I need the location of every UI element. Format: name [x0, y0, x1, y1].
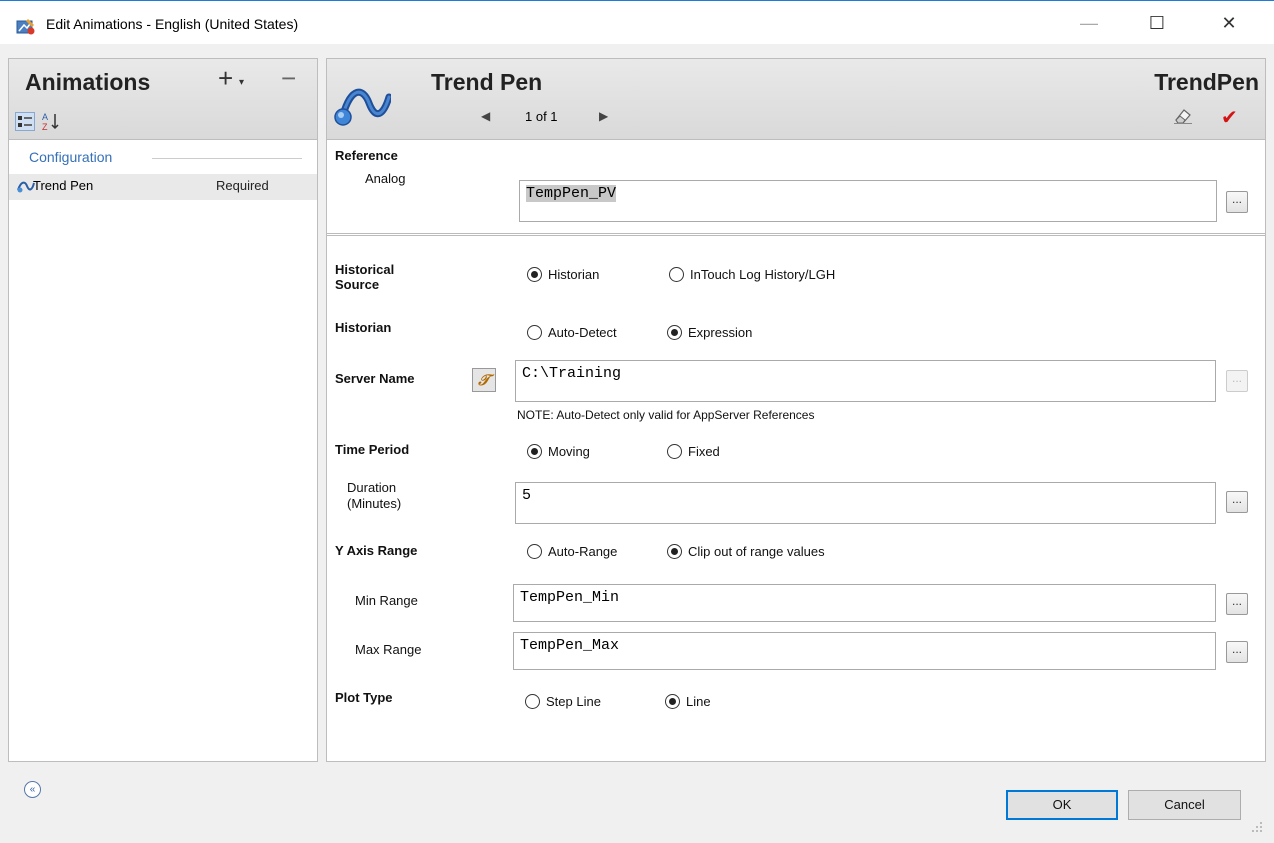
maximize-button[interactable]: ☐	[1134, 7, 1180, 39]
analog-value: TempPen_PV	[526, 185, 617, 202]
edit-animations-app-icon	[16, 19, 35, 35]
next-animation-button[interactable]: ▶	[599, 109, 608, 123]
radio-fixed[interactable]: Fixed	[667, 444, 720, 459]
min-range-input[interactable]: TempPen_Min	[513, 584, 1216, 622]
window-title: Edit Animations - English (United States…	[46, 16, 299, 32]
eraser-icon[interactable]	[1172, 107, 1194, 125]
sort-alpha-icon[interactable]: A Z	[41, 111, 61, 132]
animations-list: Configuration Trend Pen Required	[8, 140, 318, 762]
plot-type-label: Plot Type	[335, 690, 393, 705]
max-range-input[interactable]: TempPen_Max	[513, 632, 1216, 670]
group-divider	[152, 158, 302, 159]
ok-button[interactable]: OK	[1006, 790, 1118, 820]
minimize-button[interactable]: —	[1066, 7, 1112, 39]
section-divider	[327, 233, 1265, 236]
time-period-label: Time Period	[335, 442, 410, 457]
close-button[interactable]: ✕	[1206, 7, 1252, 39]
max-range-label: Max Range	[355, 642, 422, 657]
radio-label: Moving	[548, 444, 590, 459]
animations-list-header: Animations + ▾ − A Z	[8, 58, 318, 140]
historical-source-label: Historical Source	[335, 262, 394, 292]
svg-text:A: A	[42, 112, 48, 122]
list-item-label: Trend Pen	[33, 178, 94, 193]
duration-input[interactable]: 5	[515, 482, 1216, 524]
pane-splitter[interactable]	[318, 58, 326, 762]
previous-animation-button[interactable]: ◀	[481, 109, 490, 123]
radio-circle	[669, 267, 684, 282]
animation-type-name: TrendPen	[1154, 69, 1259, 95]
radio-circle	[667, 444, 682, 459]
radio-label: Auto-Range	[548, 544, 618, 559]
radio-line[interactable]: Line	[665, 694, 711, 709]
collapse-panel-icon[interactable]: «	[24, 781, 41, 798]
validate-check-icon[interactable]: ✔	[1221, 105, 1238, 130]
radio-moving[interactable]: Moving	[527, 444, 590, 459]
radio-auto-detect[interactable]: Auto-Detect	[527, 325, 617, 340]
radio-auto-range[interactable]: Auto-Range	[527, 544, 617, 559]
server-name-label: Server Name	[335, 371, 415, 386]
radio-label: Historian	[548, 267, 600, 282]
title-bar: Edit Animations - English (United States…	[0, 0, 1274, 44]
min-range-label: Min Range	[355, 593, 418, 608]
radio-expression[interactable]: Expression	[667, 325, 752, 340]
remove-animation-button[interactable]: −	[281, 63, 296, 94]
analog-browse-button[interactable]: ...	[1226, 191, 1248, 213]
radio-historian[interactable]: Historian	[527, 267, 599, 282]
radio-circle	[665, 694, 680, 709]
add-animation-button[interactable]: +	[218, 63, 233, 94]
radio-label: Clip out of range values	[688, 544, 825, 559]
historical-source-label-line2: Source	[335, 277, 380, 292]
radio-label: Expression	[688, 325, 753, 340]
analog-label: Analog	[365, 171, 406, 186]
max-range-browse-button[interactable]: ...	[1226, 641, 1248, 663]
group-label-configuration: Configuration	[29, 149, 113, 165]
radio-circle	[527, 444, 542, 459]
radio-circle	[527, 267, 542, 282]
add-animation-dropdown-icon[interactable]: ▾	[239, 77, 244, 88]
radio-clip-out-of-range[interactable]: Clip out of range values	[667, 544, 825, 559]
server-name-input[interactable]: C:\Training	[515, 360, 1216, 402]
trend-pen-large-icon	[334, 88, 391, 126]
list-item-status: Required	[216, 178, 269, 193]
radio-label: InTouch Log History/LGH	[690, 267, 836, 282]
server-name-browse-button[interactable]: ...	[1226, 370, 1248, 392]
radio-step-line[interactable]: Step Line	[525, 694, 601, 709]
historical-source-label-line1: Historical	[335, 262, 395, 277]
categorized-view-icon[interactable]	[15, 112, 35, 131]
animation-detail-header: Trend Pen ◀ 1 of 1 ▶ TrendPen ✔	[326, 58, 1266, 140]
radio-label: Line	[686, 694, 711, 709]
expression-editor-icon[interactable]: 𝒯	[472, 368, 496, 392]
duration-label-line2: (Minutes)	[347, 496, 402, 511]
animations-title: Animations	[25, 69, 151, 95]
cancel-button[interactable]: Cancel	[1128, 790, 1241, 820]
duration-label: Duration (Minutes)	[347, 480, 401, 512]
radio-label: Auto-Detect	[548, 325, 617, 340]
duration-label-line1: Duration	[347, 480, 397, 495]
radio-circle	[527, 544, 542, 559]
radio-intouch-log-history[interactable]: InTouch Log History/LGH	[669, 267, 835, 282]
radio-circle	[667, 325, 682, 340]
auto-detect-note: NOTE: Auto-Detect only valid for AppServ…	[517, 408, 815, 422]
list-item-trend-pen[interactable]: Trend Pen Required	[9, 174, 317, 200]
radio-circle	[527, 325, 542, 340]
animation-title: Trend Pen	[431, 69, 543, 95]
min-range-browse-button[interactable]: ...	[1226, 593, 1248, 615]
historian-label: Historian	[335, 320, 392, 335]
page-indicator: 1 of 1	[525, 109, 558, 124]
radio-label: Fixed	[688, 444, 720, 459]
radio-circle	[667, 544, 682, 559]
duration-browse-button[interactable]: ...	[1226, 491, 1248, 513]
analog-input[interactable]: TempPen_PV	[519, 180, 1217, 222]
radio-circle	[525, 694, 540, 709]
animation-config-panel: Reference Analog TempPen_PV ... Historic…	[326, 140, 1266, 762]
radio-label: Step Line	[546, 694, 601, 709]
reference-section-label: Reference	[335, 148, 398, 163]
svg-text:Z: Z	[42, 122, 48, 131]
y-axis-range-label: Y Axis Range	[335, 543, 418, 558]
resize-grip-icon[interactable]	[1250, 820, 1264, 834]
